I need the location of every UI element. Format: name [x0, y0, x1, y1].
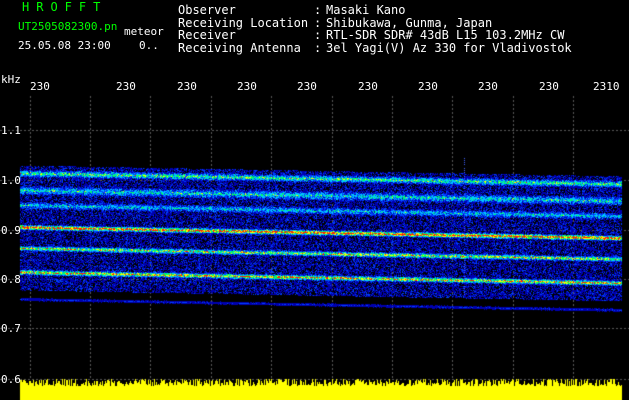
mode-label: meteor [124, 25, 164, 38]
freq-tick: 0.9 [1, 224, 21, 237]
spectrogram-canvas [0, 0, 629, 400]
freq-tick: 0.8 [1, 273, 21, 286]
file-name: UT2505082300.pn [18, 20, 118, 33]
count-label: 0.. [139, 39, 159, 52]
freq-tick: 0.6 [1, 373, 21, 386]
time-tick: 230 [177, 80, 197, 93]
time-tick: 230 [478, 80, 498, 93]
freq-tick: 1.1 [1, 124, 21, 137]
time-tick: 230 [116, 80, 136, 93]
station-info: Observer: Masaki Kano Receiving Location:… [178, 4, 572, 54]
datetime: 25.05.08 23:00 [18, 39, 111, 52]
app-title: HROFFT [22, 0, 108, 14]
info-row-antenna: Receiving Antenna:3el Yagi(V) Az 330 for… [178, 40, 572, 55]
time-tick: 2310 [593, 80, 620, 93]
time-tick: 230 [237, 80, 257, 93]
axis-unit-khz: kHz [1, 73, 21, 86]
freq-tick: 0.7 [1, 322, 21, 335]
time-tick: 230 [358, 80, 378, 93]
time-tick: 230 [297, 80, 317, 93]
time-tick: 230 [539, 80, 559, 93]
freq-tick: 1.0 [1, 174, 21, 187]
time-tick: 230 [30, 80, 50, 93]
time-tick: 230 [418, 80, 438, 93]
